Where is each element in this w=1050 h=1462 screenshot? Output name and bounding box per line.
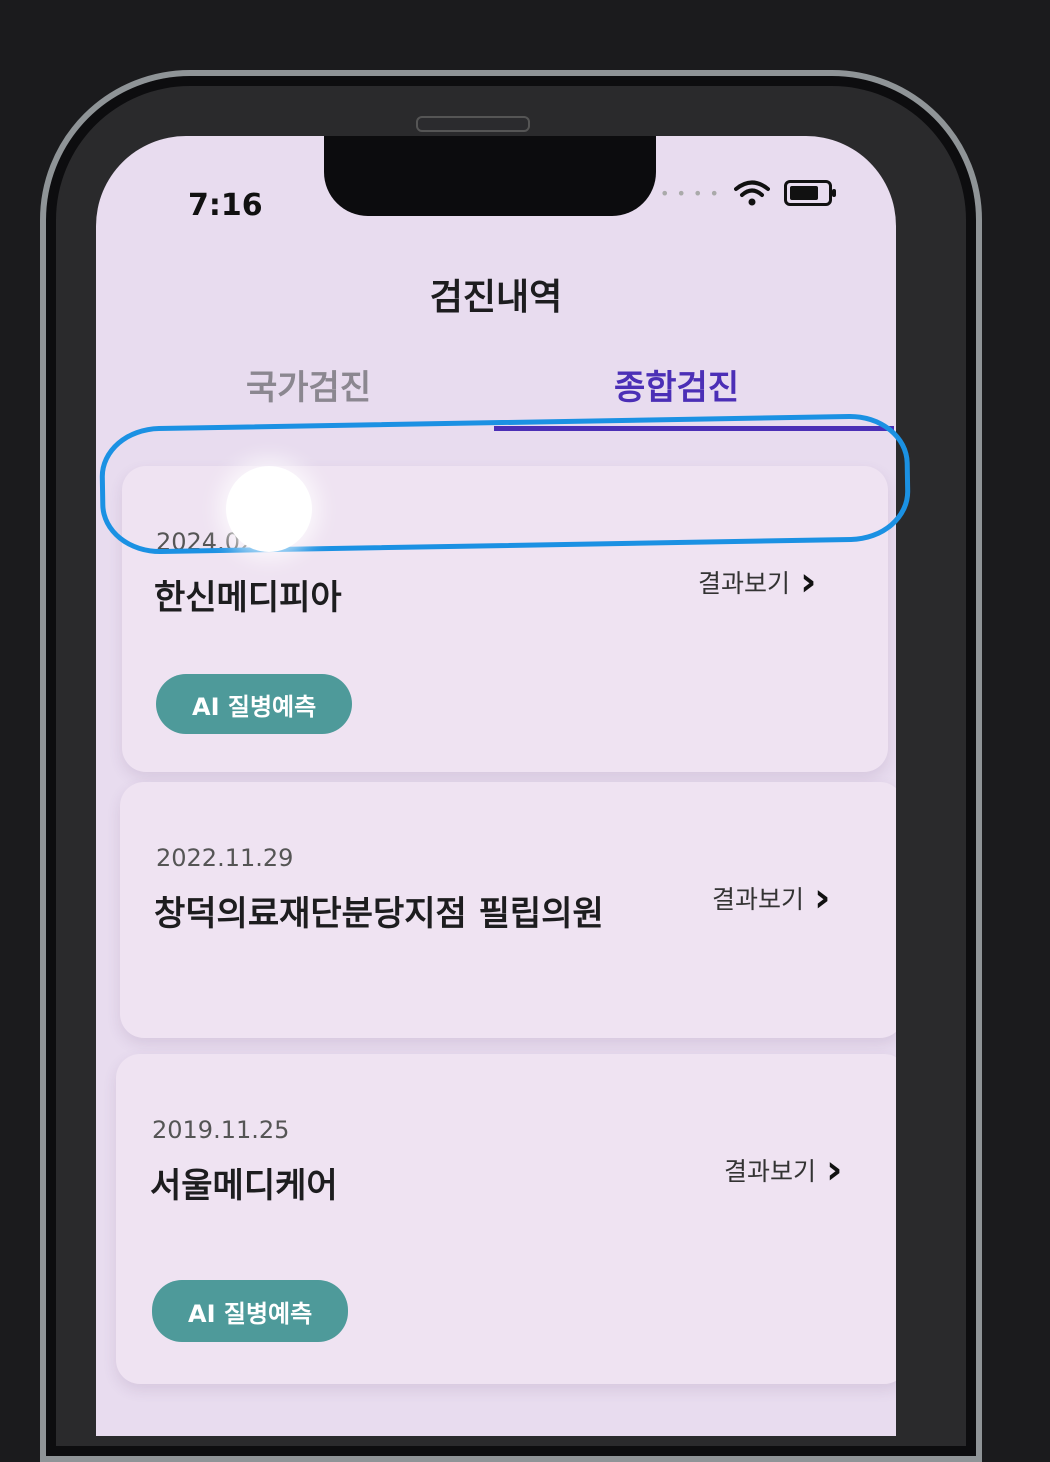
light-glare [226,466,312,552]
notch [324,136,656,216]
record-card[interactable]: 2019.11.25 서울메디케어 결과보기 › AI 질병예측 [116,1054,896,1384]
view-result-link[interactable]: 결과보기 › [698,562,817,602]
status-icons: • • • • [659,180,836,206]
record-date: 2019.11.25 [152,1116,290,1144]
hospital-name: 한신메디피아 [154,578,342,618]
wifi-icon [734,180,770,206]
hospital-name: 창덕의료재단분당지점 필립의원 [154,894,604,934]
hospital-name: 서울메디케어 [150,1166,338,1206]
tab-comprehensive-checkup[interactable]: 종합검진 [614,360,739,409]
app-screen: 7:16 • • • • 검진내역 국가검진 종합검진 2024.02 한신메디… [96,136,896,1436]
ai-prediction-badge[interactable]: AI 질병예측 [152,1280,349,1342]
status-time: 7:16 [188,188,263,223]
chevron-right-icon: › [826,1147,843,1193]
page-title: 검진내역 [429,277,563,318]
speaker-grille [416,116,530,132]
battery-icon [784,180,836,206]
view-result-label: 결과보기 [724,1157,817,1186]
view-result-label: 결과보기 [712,885,805,914]
signal-icon: • • • • [659,183,720,203]
ai-prediction-badge[interactable]: AI 질병예측 [156,674,353,734]
annotation-circle [98,412,912,556]
record-date: 2022.11.29 [156,844,294,872]
record-card[interactable]: 2022.11.29 창덕의료재단분당지점 필립의원 결과보기 › [120,782,896,1038]
chevron-right-icon: › [800,559,817,605]
view-result-link[interactable]: 결과보기 › [724,1150,843,1190]
view-result-label: 결과보기 [698,569,791,598]
chevron-right-icon: › [814,875,831,921]
tab-national-checkup[interactable]: 국가검진 [246,360,371,409]
view-result-link[interactable]: 결과보기 › [712,878,831,918]
